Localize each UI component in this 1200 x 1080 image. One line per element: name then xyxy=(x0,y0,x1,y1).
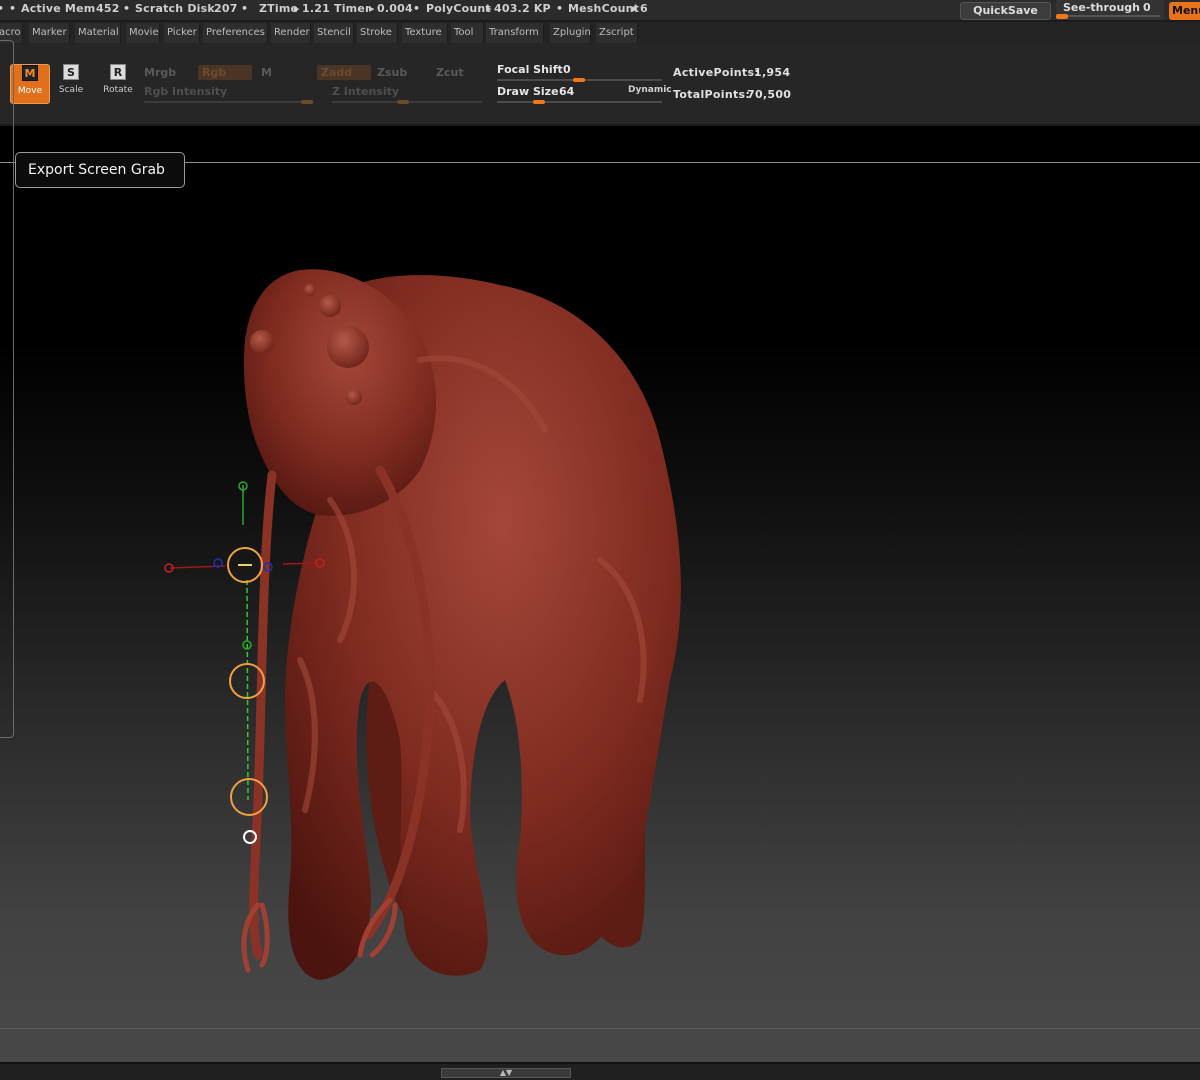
tool-shelf: M Move S Scale R Rotate Mrgb Rgb M Zadd … xyxy=(0,44,1200,164)
timer-label: Timer xyxy=(334,2,371,15)
move-icon: M xyxy=(22,65,38,81)
sculpt-model[interactable] xyxy=(0,126,1200,1028)
mrgb-toggle[interactable]: Mrgb xyxy=(144,66,176,79)
see-through-slider[interactable]: See-through 0 xyxy=(1056,0,1164,20)
dynamic-toggle[interactable]: Dynamic xyxy=(628,85,672,95)
polycount-label: PolyCount xyxy=(426,2,491,15)
z-intensity-label: Z Intensity xyxy=(332,85,400,98)
see-through-value: 0 xyxy=(1143,1,1151,14)
export-screen-grab-tooltip: Export Screen Grab xyxy=(15,152,185,188)
menu-material[interactable]: Material xyxy=(75,23,121,43)
draw-size-value: 64 xyxy=(559,85,575,98)
menu-picker[interactable]: Picker xyxy=(164,23,200,43)
menu-movie[interactable]: Movie xyxy=(126,23,160,43)
canvas-viewport[interactable]: Export Screen Grab xyxy=(0,40,1200,1028)
ztime-value: 1.21 xyxy=(302,2,330,15)
menu-tool[interactable]: Tool xyxy=(451,23,484,43)
polycount-value: 403.2 KP xyxy=(494,2,551,15)
menu-render[interactable]: Render xyxy=(271,23,311,43)
active-mem-label: Active Mem xyxy=(21,2,96,15)
menus-toggle-button[interactable]: Menus xyxy=(1169,2,1200,20)
menu-zscript[interactable]: Zscript xyxy=(596,23,638,43)
rotate-icon: R xyxy=(110,64,126,80)
status-bullet: • xyxy=(241,2,249,15)
draw-size-track[interactable] xyxy=(497,101,662,103)
meshcount-value: 6 xyxy=(640,2,648,15)
active-points-value: 1,954 xyxy=(754,66,791,79)
status-bullet: • xyxy=(0,2,4,15)
menu-zplugin[interactable]: Zplugin xyxy=(550,23,591,43)
status-arrow: ▸ xyxy=(632,2,638,15)
active-points-label: ActivePoints: xyxy=(673,66,760,79)
menu-bar: acro Marker Material Movie Picker Prefer… xyxy=(0,22,1200,44)
menu-preferences[interactable]: Preferences xyxy=(203,23,268,43)
draw-size-knob[interactable] xyxy=(533,100,545,104)
status-arrow: ▸ xyxy=(369,2,375,15)
focal-shift-label: Focal Shift xyxy=(497,63,563,76)
scratch-disk-label: Scratch Disk xyxy=(135,2,215,15)
timer-value: 0.004 xyxy=(377,2,413,15)
status-bar: • • Active Mem 452 • Scratch Disk 207 • … xyxy=(0,0,1200,20)
rgb-intensity-track[interactable] xyxy=(144,101,314,103)
rgb-intensity-label: Rgb Intensity xyxy=(144,85,228,98)
draw-size-label: Draw Size xyxy=(497,85,559,98)
focal-shift-value: 0 xyxy=(563,63,571,76)
bottom-tray xyxy=(0,1028,1200,1062)
menu-texture[interactable]: Texture xyxy=(402,23,448,43)
zcut-toggle[interactable]: Zcut xyxy=(436,66,464,79)
rgb-toggle[interactable]: Rgb xyxy=(198,65,252,80)
status-bullet: • xyxy=(413,2,421,15)
menu-transform[interactable]: Transform xyxy=(486,23,544,43)
bottom-tray-handle[interactable]: ▲▼ xyxy=(441,1068,571,1078)
zsub-toggle[interactable]: Zsub xyxy=(377,66,407,79)
scale-icon: S xyxy=(63,64,79,80)
menu-stencil[interactable]: Stencil xyxy=(314,23,354,43)
rgb-intensity-knob[interactable] xyxy=(301,100,313,104)
move-label: Move xyxy=(17,86,43,96)
move-button[interactable]: M Move xyxy=(10,64,50,104)
bottom-bar: ▲▼ xyxy=(0,1062,1200,1080)
active-mem-value: 452 xyxy=(96,2,120,15)
scale-label: Scale xyxy=(58,85,84,95)
m-toggle[interactable]: M xyxy=(261,66,272,79)
status-bullet: • xyxy=(9,2,17,15)
total-points-label: TotalPoints: xyxy=(673,88,751,101)
rotate-label: Rotate xyxy=(103,85,133,95)
scale-button[interactable]: S Scale xyxy=(51,64,91,104)
quicksave-button[interactable]: QuickSave xyxy=(960,2,1051,20)
zadd-toggle[interactable]: Zadd xyxy=(317,65,371,80)
status-bullet: • xyxy=(556,2,564,15)
scratch-disk-value: 207 xyxy=(214,2,238,15)
see-through-track xyxy=(1058,15,1160,17)
z-intensity-knob[interactable] xyxy=(397,100,409,104)
status-arrow: ▸ xyxy=(294,2,300,15)
meshcount-label: MeshCount xyxy=(568,2,640,15)
menu-stroke[interactable]: Stroke xyxy=(357,23,398,43)
rotate-button[interactable]: R Rotate xyxy=(98,64,138,104)
total-points-value: 70,500 xyxy=(747,88,792,101)
focal-shift-knob[interactable] xyxy=(573,78,585,82)
see-through-knob[interactable] xyxy=(1056,14,1068,19)
status-arrow: ▸ xyxy=(486,2,492,15)
menu-marker[interactable]: Marker xyxy=(29,23,70,43)
status-bullet: • xyxy=(123,2,131,15)
ztime-label: ZTime xyxy=(259,2,299,15)
see-through-label: See-through xyxy=(1063,1,1141,14)
